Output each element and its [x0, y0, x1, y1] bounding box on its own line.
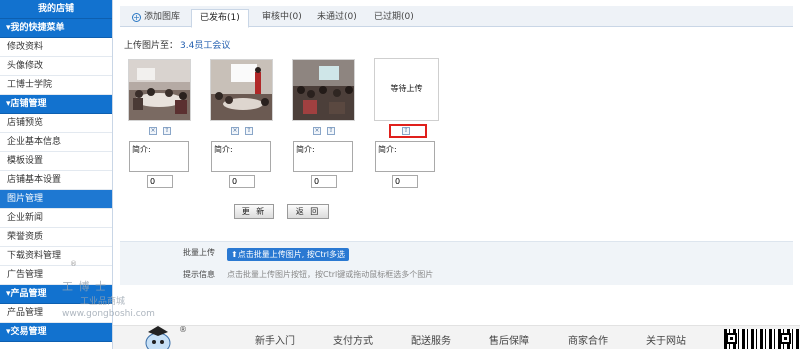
batch-upload-panel: 批量上传 ⬆点击批量上传图片, 按Ctrl多选 提示信息 点击批量上传图片按钮，…	[120, 241, 793, 285]
mascot-logo-icon	[145, 326, 171, 349]
footer-link-beginner[interactable]: 新手入门	[255, 332, 295, 347]
registered-mark: ®	[179, 325, 187, 334]
memo-textarea[interactable]	[375, 141, 435, 172]
meeting-photo-image	[211, 60, 272, 120]
set-cover-icon[interactable]: ⇧	[245, 127, 253, 135]
delete-icon[interactable]: ×	[149, 127, 157, 135]
tab-add-gallery[interactable]: + 添加图库	[124, 9, 188, 27]
sidebar-item-downloads[interactable]: 下载资料管理	[0, 247, 112, 266]
upload-destination-label: 上传图片至：	[124, 41, 179, 51]
footer-link-after-sale[interactable]: 售后保障	[489, 332, 529, 347]
footer-link-partner[interactable]: 商家合作	[568, 332, 608, 347]
pending-upload-placeholder: 等待上传	[374, 58, 439, 121]
tip-text: 点击批量上传图片按钮，按Ctrl键或拖动鼠标框选多个图片	[227, 270, 434, 279]
delete-icon[interactable]: ×	[313, 127, 321, 135]
watermark-brand: 工 博 士	[62, 280, 107, 293]
tab-reviewing[interactable]: 审核中(0)	[254, 9, 310, 27]
set-cover-icon[interactable]: ⇧	[327, 127, 335, 135]
registered-mark: ®	[70, 260, 77, 268]
sidebar-item-academy[interactable]: 工博士学院	[0, 76, 112, 95]
footer-link-payment[interactable]: 支付方式	[333, 332, 373, 347]
sidebar-item-company-news[interactable]: 企业新闻	[0, 209, 112, 228]
plus-icon: +	[132, 13, 141, 22]
sidebar-item-store-preview[interactable]: 店铺预览	[0, 114, 112, 133]
upload-destination: 上传图片至： 3.4员工会议	[124, 38, 230, 51]
sort-order-input[interactable]	[147, 175, 173, 188]
back-button[interactable]: 返 回	[287, 204, 329, 219]
batch-upload-label: 批量上传	[183, 248, 215, 257]
tab-bar: + 添加图库 已发布(1) 审核中(0) 未通过(0) 已过期(0)	[120, 6, 793, 28]
sort-order-input[interactable]	[311, 175, 337, 188]
memo-textarea[interactable]	[211, 141, 271, 172]
meeting-photo-image	[129, 60, 190, 120]
sidebar-section-store-manage[interactable]: ▾店铺管理	[0, 95, 112, 114]
sidebar-store-header[interactable]: 我的店铺	[0, 0, 112, 19]
tab-add-gallery-label: 添加图库	[144, 12, 181, 22]
tab-published[interactable]: 已发布(1)	[191, 9, 249, 28]
tab-expired[interactable]: 已过期(0)	[366, 9, 422, 27]
sidebar-item-honors[interactable]: 荣誉资质	[0, 228, 112, 247]
main-content: + 添加图库 已发布(1) 审核中(0) 未通过(0) 已过期(0) 上传图片至：…	[113, 0, 800, 349]
sort-order-input[interactable]	[229, 175, 255, 188]
memo-textarea[interactable]	[293, 141, 353, 172]
photo-thumbnail[interactable]	[210, 59, 273, 121]
delete-icon[interactable]: ×	[231, 127, 239, 135]
sidebar-item-avatar[interactable]: 头像修改	[0, 57, 112, 76]
watermark: 工 博 士 工业品商城 www.gongboshi.com	[62, 278, 155, 319]
footer: 新手入门 支付方式 配送服务 售后保障 商家合作 关于网站	[113, 325, 800, 349]
watermark-url: www.gongboshi.com	[62, 309, 155, 319]
meeting-photo-image	[293, 60, 354, 120]
tip-row: 提示信息 点击批量上传图片按钮，按Ctrl键或拖动鼠标框选多个图片	[120, 264, 793, 286]
sidebar-section-quick-menu[interactable]: ▾我的快捷菜单	[0, 19, 112, 38]
update-button[interactable]: 更 新	[234, 204, 274, 219]
footer-link-delivery[interactable]: 配送服务	[411, 332, 451, 347]
qr-code-icon	[724, 329, 800, 349]
footer-link-about[interactable]: 关于网站	[646, 332, 686, 347]
sort-order-input[interactable]	[392, 175, 418, 188]
photo-thumbnail[interactable]	[292, 59, 355, 121]
set-cover-icon[interactable]: ⇧	[163, 127, 171, 135]
sidebar-item-template-settings[interactable]: 模板设置	[0, 152, 112, 171]
watermark-sub: 工业品商城	[80, 297, 126, 307]
sidebar-item-company-info[interactable]: 企业基本信息	[0, 133, 112, 152]
photo-thumbnail[interactable]	[128, 59, 191, 121]
highlight-box	[389, 124, 427, 138]
sidebar-item-edit-profile[interactable]: 修改资料	[0, 38, 112, 57]
batch-upload-row: 批量上传 ⬆点击批量上传图片, 按Ctrl多选	[120, 242, 793, 264]
batch-upload-button[interactable]: ⬆点击批量上传图片, 按Ctrl多选	[227, 248, 350, 261]
memo-textarea[interactable]	[129, 141, 189, 172]
sidebar-section-trade-manage[interactable]: ▾交易管理	[0, 323, 112, 342]
tab-rejected[interactable]: 未通过(0)	[309, 9, 365, 27]
album-link[interactable]: 3.4员工会议	[180, 41, 230, 51]
sidebar-item-store-settings[interactable]: 店铺基本设置	[0, 171, 112, 190]
sidebar-item-image-manage[interactable]: 图片管理	[0, 190, 112, 209]
